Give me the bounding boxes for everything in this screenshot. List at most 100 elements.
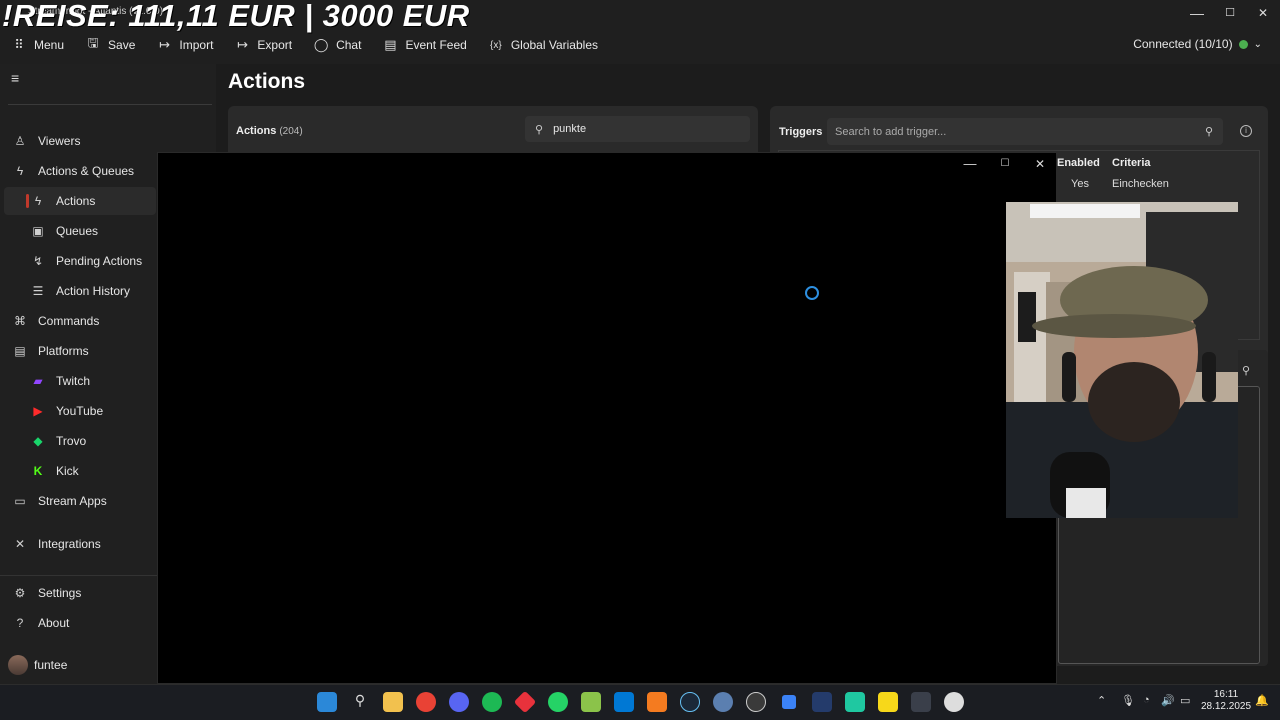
grid-icon: ⠿ [14, 37, 24, 52]
actions-count: (204) [279, 126, 303, 137]
chrome-icon[interactable] [416, 692, 436, 712]
webcam-overlay [1006, 202, 1238, 518]
event-feed-button[interactable]: ▤ Event Feed [383, 37, 467, 52]
loading-spinner-icon [805, 286, 819, 300]
sidebar-item-label: Stream Apps [38, 494, 107, 508]
volume-icon[interactable]: 🔊 [1161, 694, 1175, 707]
sidebar-item-actions[interactable]: ϟ Actions [4, 187, 156, 215]
save-button[interactable]: 🖫 Save [86, 35, 136, 52]
search-icon[interactable]: ⚲ [1242, 364, 1250, 377]
chat-button[interactable]: ◯ Chat [313, 37, 362, 52]
search-icon[interactable]: ⚲ [350, 692, 370, 712]
triggers-label: Triggers [779, 126, 823, 138]
action-search-value: punkte [553, 123, 587, 135]
column-header-enabled[interactable]: Enabled [1057, 157, 1100, 169]
action-search-input[interactable]: ⚲ punkte [525, 116, 750, 142]
app-orange-icon[interactable] [647, 692, 667, 712]
steam-icon[interactable] [680, 692, 700, 712]
sidebar-bottom-divider [0, 575, 157, 576]
menu-label: Menu [34, 38, 65, 52]
sidebar-item-label: Actions [56, 194, 96, 208]
export-button[interactable]: ↦ Export [235, 37, 292, 52]
whatsapp-icon[interactable] [548, 692, 568, 712]
save-label: Save [108, 38, 136, 52]
clock-time: 16:11 [1213, 689, 1239, 700]
vscode-icon[interactable] [614, 692, 634, 712]
connection-status-text: Connected (10/10) [1133, 37, 1233, 51]
sidebar-item-viewers[interactable]: ♙ Viewers [4, 127, 214, 155]
discord-icon[interactable] [449, 692, 469, 712]
file-explorer-icon[interactable] [383, 692, 403, 712]
app-bolt-icon[interactable] [782, 695, 796, 709]
event-feed-label: Event Feed [405, 38, 467, 52]
sidebar-item-label: Commands [38, 314, 100, 328]
davinci-icon[interactable] [911, 692, 931, 712]
integrations-icon: ✕ [14, 537, 26, 551]
popup-close-button[interactable]: ✕ [1027, 155, 1053, 173]
import-button[interactable]: ↦ Import [157, 37, 213, 52]
chevron-down-icon: ⌄ [1253, 38, 1262, 50]
sidebar-item-label: Integrations [38, 537, 101, 551]
sidebar-item-label: Platforms [38, 344, 89, 358]
variables-icon: {x} [489, 39, 502, 51]
windows-start-icon[interactable] [317, 692, 337, 712]
app-green-icon[interactable] [581, 692, 601, 712]
sidebar-item-label: Trovo [56, 434, 87, 448]
tray-expand-icon[interactable]: ⌃ [1097, 694, 1106, 707]
connection-status[interactable]: Connected (10/10) ⌄ [1133, 37, 1262, 51]
chatgpt-icon[interactable] [944, 692, 964, 712]
menu-bar: ⠿ Menu 🖫 Save ↦ Import ↦ Export ◯ Chat ▤ Event… [0, 34, 608, 56]
platforms-icon: ▤ [14, 344, 26, 358]
queue-icon: ▣ [32, 224, 44, 238]
user-profile[interactable]: funtee [8, 655, 67, 675]
info-icon[interactable]: i [1240, 125, 1252, 137]
trovo-icon: ◆ [33, 434, 43, 448]
export-icon: ↦ [236, 37, 248, 52]
youtube-icon: ▶ [33, 404, 43, 418]
sticky-notes-icon[interactable] [878, 692, 898, 712]
trigger-search-placeholder: Search to add trigger... [835, 125, 947, 138]
bolt-icon: ϟ [34, 194, 42, 208]
trigger-search-input[interactable]: Search to add trigger... ⚲ [827, 118, 1223, 145]
menu-button[interactable]: ⠿ Menu [12, 37, 65, 52]
obs-icon[interactable] [746, 692, 766, 712]
close-button[interactable]: ✕ [1248, 4, 1278, 22]
page-title: Actions [228, 70, 306, 93]
feed-icon: ▤ [384, 37, 397, 52]
actions-header: Actions (204) [236, 125, 303, 137]
battery-icon[interactable]: ▭ [1180, 694, 1190, 707]
app-blue-circle-icon[interactable] [713, 692, 733, 712]
microphone-icon[interactable]: 🎙 [1121, 694, 1135, 707]
sidebar-item-label: YouTube [56, 404, 104, 418]
notification-icon[interactable]: 🔔 [1255, 694, 1269, 707]
taskbar [0, 684, 1280, 720]
spotify-icon[interactable] [482, 692, 502, 712]
app-teal-icon[interactable] [845, 692, 865, 712]
global-variables-button[interactable]: {x} Global Variables [489, 38, 598, 52]
hamburger-icon[interactable]: ≡ [11, 70, 19, 86]
twitch-icon: ▰ [33, 374, 43, 388]
sidebar-item-label: Twitch [56, 374, 91, 388]
sidebar-item-label: Pending Actions [56, 254, 143, 268]
search-icon: ⚲ [1204, 126, 1213, 138]
maximize-button[interactable]: ☐ [1215, 4, 1245, 22]
pending-icon: ↯ [32, 254, 44, 268]
popup-minimize-button[interactable]: — [957, 155, 983, 173]
audio-app-icon[interactable] [812, 692, 832, 712]
wifi-icon[interactable]: ◔ [1143, 694, 1150, 706]
connected-dot-icon [1238, 39, 1248, 49]
sidebar-item-label: Queues [56, 224, 99, 238]
search-icon: ⚲ [535, 123, 544, 136]
bolt-icon: ϟ [16, 164, 24, 178]
minimize-button[interactable]: — [1182, 4, 1212, 22]
stream-overlay-headline: !REISE: 111,11 EUR | 3000 EUR [2, 0, 470, 33]
popup-maximize-button[interactable]: ☐ [992, 155, 1018, 173]
username: funtee [34, 658, 68, 672]
column-header-criteria[interactable]: Criteria [1112, 157, 1151, 169]
taskbar-clock[interactable]: 16:11 28.12.2025 [1200, 689, 1252, 713]
gear-icon: ⚙ [14, 586, 26, 600]
chat-icon: ◯ [313, 37, 329, 52]
import-icon: ↦ [158, 37, 170, 52]
loading-popup-window [157, 152, 1057, 684]
sidebar-item-label: Viewers [38, 134, 81, 148]
